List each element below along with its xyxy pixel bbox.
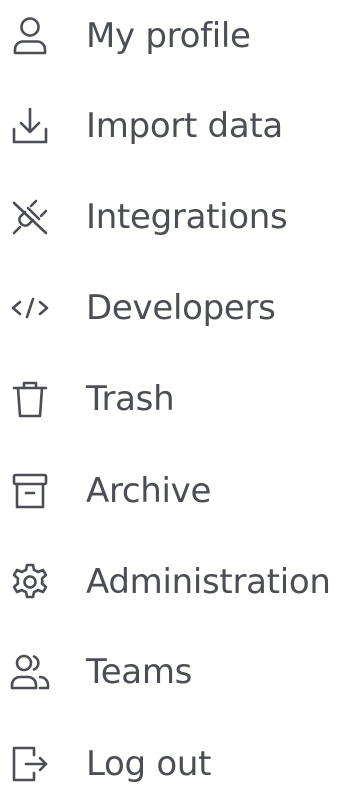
- users-icon: [8, 650, 52, 694]
- menu-item-my-profile[interactable]: My profile: [0, 0, 354, 76]
- archive-icon: [8, 469, 52, 513]
- menu-item-developers[interactable]: Developers: [0, 268, 354, 348]
- menu-item-label: Archive: [86, 471, 212, 511]
- trash-icon: [8, 377, 52, 421]
- download-icon: [8, 104, 52, 148]
- menu-item-administration[interactable]: Administration: [0, 542, 354, 622]
- menu-item-label: Trash: [86, 379, 175, 419]
- menu-item-integrations[interactable]: Integrations: [0, 177, 354, 257]
- menu-item-label: Integrations: [86, 197, 288, 237]
- menu-item-import-data[interactable]: Import data: [0, 86, 354, 166]
- user-menu: My profile Import data Integrations Deve…: [0, 0, 354, 788]
- menu-item-label: My profile: [86, 16, 251, 56]
- gear-icon: [8, 560, 52, 604]
- logout-icon: [8, 742, 52, 786]
- code-icon: [8, 286, 52, 330]
- menu-item-label: Administration: [86, 562, 331, 602]
- menu-item-label: Teams: [86, 652, 193, 692]
- menu-item-label: Log out: [86, 744, 212, 784]
- menu-item-teams[interactable]: Teams: [0, 632, 354, 712]
- menu-item-log-out[interactable]: Log out: [0, 724, 354, 788]
- user-icon: [8, 14, 52, 58]
- menu-item-label: Import data: [86, 106, 283, 146]
- menu-item-trash[interactable]: Trash: [0, 359, 354, 439]
- plug-off-icon: [8, 195, 52, 239]
- menu-item-label: Developers: [86, 288, 276, 328]
- menu-item-archive[interactable]: Archive: [0, 451, 354, 531]
